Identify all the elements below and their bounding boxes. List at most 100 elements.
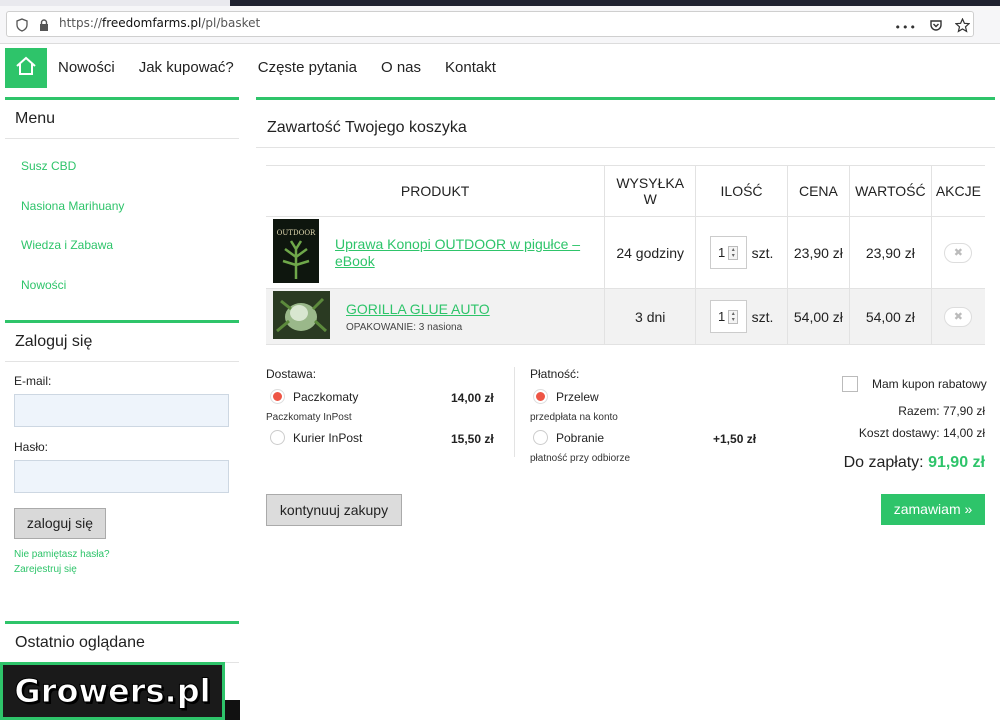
coupon-label: Mam kupon rabatowy xyxy=(872,377,987,391)
sidebar-item-nowosci[interactable]: Nowości xyxy=(21,266,239,306)
subtotal-label: Razem: xyxy=(898,404,940,418)
email-field[interactable] xyxy=(14,394,229,427)
page-actions-menu-icon[interactable]: ••• xyxy=(895,21,917,34)
product-thumbnail-gorilla-glue[interactable] xyxy=(273,291,330,342)
header-value: WARTOŚĆ xyxy=(849,165,932,217)
bookmark-star-icon[interactable] xyxy=(954,17,971,37)
password-field[interactable] xyxy=(14,460,229,493)
header-quantity: ILOŚĆ xyxy=(695,165,788,217)
radio-unselected-icon[interactable] xyxy=(533,430,548,445)
url-path: /pl/basket xyxy=(201,16,261,30)
total-line: Do zapłaty: 91,90 zł xyxy=(844,454,985,472)
growers-watermark-logo: Growers.pl xyxy=(0,662,225,720)
login-title: Zaloguj się xyxy=(5,323,239,362)
remove-item-icon[interactable]: ✖ xyxy=(944,242,973,263)
browser-toolbar: https://freedomfarms.pl/pl/basket ••• xyxy=(0,6,1000,44)
header-product: PRODUKT xyxy=(266,165,606,217)
delivery-option-paczkomaty[interactable]: Paczkomaty xyxy=(270,389,358,404)
product-link[interactable]: GORILLA GLUE AUTO xyxy=(346,301,490,318)
quantity-cell: 1 ▴ ▾ szt. xyxy=(695,288,788,345)
forgot-password-link[interactable]: Nie pamiętasz hasła? xyxy=(14,547,230,562)
password-label: Hasło: xyxy=(14,440,49,454)
main-top-border xyxy=(256,97,995,100)
spin-arrows-icon[interactable]: ▴ ▾ xyxy=(728,245,739,260)
delivery-option-label: Kurier InPost xyxy=(293,430,363,445)
total-label: Do zapłaty: xyxy=(843,454,924,471)
nav-item-kontakt[interactable]: Kontakt xyxy=(445,59,496,76)
product-thumbnail-ebook[interactable]: OUTDOOR xyxy=(273,219,319,286)
product-link[interactable]: Uprawa Konopi OUTDOOR w pigułce – eBook xyxy=(335,236,604,270)
sidebar-item-nasiona[interactable]: Nasiona Marihuany xyxy=(21,187,239,227)
sidebar-menu: Menu Susz CBD Nasiona Marihuany Wiedza i… xyxy=(5,97,239,307)
coupon-checkbox-row[interactable]: Mam kupon rabatowy xyxy=(842,376,987,392)
pocket-icon[interactable] xyxy=(929,18,943,37)
sidebar-login: Zaloguj się E-mail: Hasło: zaloguj się N… xyxy=(5,320,239,600)
watermark-stripe xyxy=(225,700,240,720)
url-domain: freedomfarms.pl xyxy=(102,16,202,30)
nav-item-nowosci[interactable]: Nowości xyxy=(58,59,115,76)
url-text: https://freedomfarms.pl/pl/basket xyxy=(59,16,260,30)
address-bar[interactable]: https://freedomfarms.pl/pl/basket xyxy=(6,11,974,37)
price-cell: 54,00 zł xyxy=(787,288,850,345)
email-label: E-mail: xyxy=(14,374,52,388)
shipping-cell: 3 dni xyxy=(604,288,697,345)
quantity-stepper[interactable]: 1 ▴ ▾ xyxy=(709,236,747,269)
subtotal-value: 77,90 zł xyxy=(942,404,985,418)
cart-table: PRODUKT WYSYŁKA W ILOŚĆ CENA WARTOŚĆ AKC… xyxy=(266,165,985,345)
payment-option-price: +1,50 zł xyxy=(713,432,757,446)
header-price: CENA xyxy=(787,165,850,217)
home-icon xyxy=(15,56,37,80)
header-actions: AKCJE xyxy=(931,165,985,217)
shipping-cell: 24 godziny xyxy=(604,216,697,289)
radio-selected-icon[interactable] xyxy=(270,389,285,404)
register-link[interactable]: Zarejestruj się xyxy=(14,562,230,577)
quantity-cell: 1 ▴ ▾ szt. xyxy=(695,216,788,289)
delivery-option-description: Paczkomaty InPost xyxy=(266,412,352,423)
quantity-value: 1 xyxy=(718,309,726,324)
title-divider xyxy=(256,147,995,148)
payment-label: Płatność: xyxy=(530,367,580,381)
shipping-cost-label: Koszt dostawy: xyxy=(858,426,940,440)
quantity-stepper[interactable]: 1 ▴ ▾ xyxy=(709,300,747,333)
nav-item-o-nas[interactable]: O nas xyxy=(381,59,421,76)
shield-icon[interactable] xyxy=(15,17,29,32)
login-button[interactable]: zaloguj się xyxy=(14,508,106,539)
product-cell: OUTDOOR Uprawa Konopi OUTDOOR w pigułce … xyxy=(266,216,606,289)
table-row: GORILLA GLUE AUTO OPAKOWANIE: 3 nasiona … xyxy=(266,288,985,345)
order-button[interactable]: zamawiam » xyxy=(881,494,985,525)
watermark-text: Growers.pl xyxy=(14,672,211,711)
payment-option-przelew[interactable]: Przelew xyxy=(533,389,599,404)
sidebar-item-susz-cbd[interactable]: Susz CBD xyxy=(21,147,239,187)
ebook-cover-title: OUTDOOR xyxy=(277,229,316,237)
main-nav: Nowości Jak kupować? Częste pytania O na… xyxy=(58,59,496,76)
delivery-option-label: Paczkomaty xyxy=(293,389,359,404)
nav-item-jak-kupowac[interactable]: Jak kupować? xyxy=(139,59,234,76)
delivery-label: Dostawa: xyxy=(266,367,317,381)
payment-option-description: płatność przy odbiorze xyxy=(530,453,631,464)
value-cell: 54,00 zł xyxy=(849,288,932,345)
radio-unselected-icon[interactable] xyxy=(270,430,285,445)
total-value: 91,90 zł xyxy=(928,454,985,471)
continue-shopping-button[interactable]: kontynuuj zakupy xyxy=(266,494,402,526)
payment-option-description: przedpłata na konto xyxy=(530,412,618,423)
sidebar-menu-title: Menu xyxy=(5,100,239,139)
product-variant: OPAKOWANIE: 3 nasiona xyxy=(346,321,463,333)
payment-option-pobranie[interactable]: Pobranie xyxy=(533,430,604,445)
delivery-option-kurier[interactable]: Kurier InPost xyxy=(270,430,362,445)
home-button[interactable] xyxy=(5,48,47,88)
url-prefix: https:// xyxy=(59,16,103,30)
nav-item-faq[interactable]: Częste pytania xyxy=(258,59,357,76)
lock-icon[interactable] xyxy=(37,17,51,31)
page-title: Zawartość Twojego koszyka xyxy=(267,119,467,136)
spin-arrows-icon[interactable]: ▴ ▾ xyxy=(728,309,739,324)
shipping-cost-line: Koszt dostawy: 14,00 zł xyxy=(859,426,985,440)
delivery-option-price: 15,50 zł xyxy=(451,432,494,446)
sidebar-item-wiedza[interactable]: Wiedza i Zabawa xyxy=(21,226,239,266)
radio-selected-icon[interactable] xyxy=(533,389,548,404)
remove-item-icon[interactable]: ✖ xyxy=(944,306,973,327)
quantity-unit: szt. xyxy=(751,308,774,325)
quantity-unit: szt. xyxy=(751,244,774,261)
coupon-checkbox[interactable] xyxy=(842,376,858,392)
payment-option-label: Przelew xyxy=(556,389,599,404)
value-cell: 23,90 zł xyxy=(849,216,932,289)
